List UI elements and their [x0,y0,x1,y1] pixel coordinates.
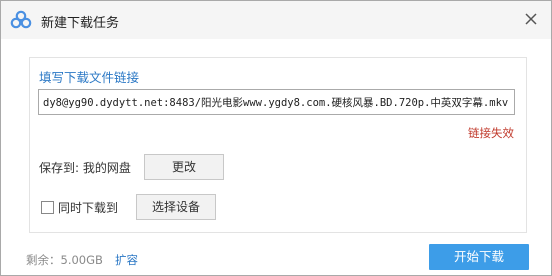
link-status: 链接失效 [468,126,514,140]
save-location-label: 保存到: 我的网盘 [39,161,131,175]
remaining-space: 剩余：5.00GB [26,253,103,267]
url-input[interactable] [38,89,515,115]
start-download-button[interactable]: 开始下载 [429,244,529,270]
title-bar: 新建下载任务 [1,1,551,39]
select-device-button[interactable]: 选择设备 [136,194,216,220]
cloud-logo-icon [10,10,32,30]
link-label: 填写下载文件链接 [39,70,140,85]
dialog-window: 新建下载任务 填写下载文件链接 链接失效 保存到: 我的网盘 更改 同时下载到 … [0,0,552,276]
close-icon[interactable] [521,9,541,29]
sync-download-checkbox[interactable] [41,201,54,214]
change-button[interactable]: 更改 [144,154,224,180]
window-title: 新建下载任务 [41,16,120,31]
expand-link[interactable]: 扩容 [115,252,138,268]
sync-download-label: 同时下载到 [58,201,119,215]
